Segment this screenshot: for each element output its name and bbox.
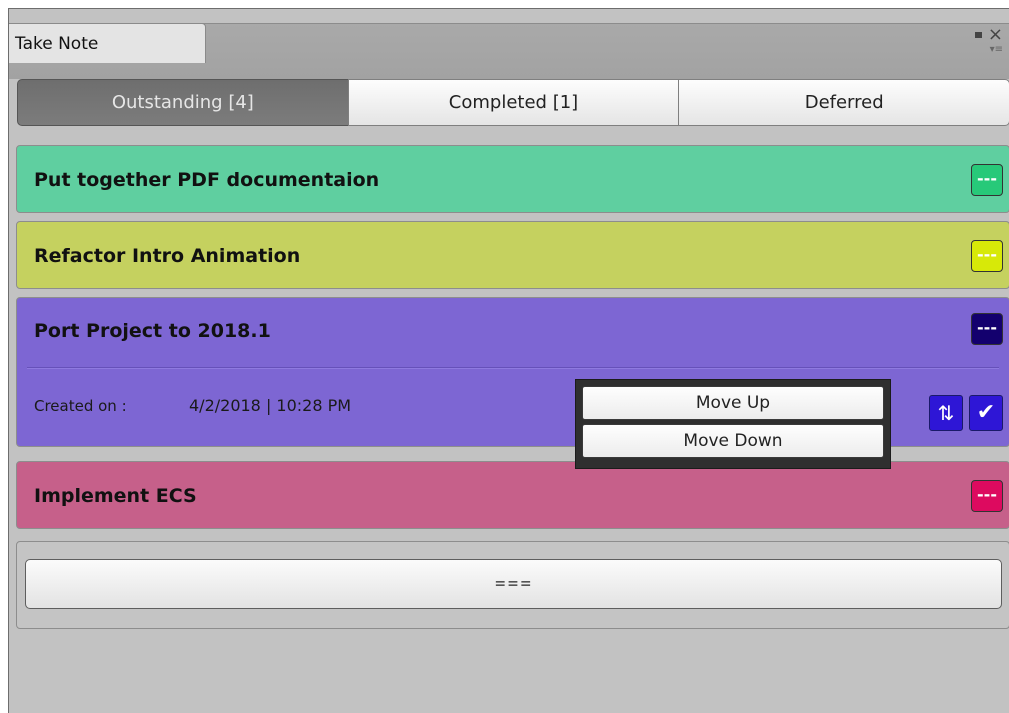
- divider: [27, 367, 999, 369]
- note-options-button[interactable]: ---: [971, 313, 1003, 345]
- tab-outstanding[interactable]: Outstanding [4]: [17, 79, 349, 126]
- close-icon[interactable]: ×: [988, 24, 1003, 45]
- note-title: Refactor Intro Animation: [34, 245, 301, 267]
- created-on-label: Created on :: [34, 397, 127, 415]
- tab-completed[interactable]: Completed [1]: [347, 79, 680, 126]
- reorder-icon[interactable]: ⇅: [929, 395, 963, 431]
- note-title: Implement ECS: [34, 485, 197, 507]
- note-options-button[interactable]: ---: [971, 164, 1003, 196]
- add-note-button[interactable]: ===: [25, 559, 1002, 609]
- reorder-context-menu: Move Up Move Down: [575, 379, 891, 469]
- checkmark-icon[interactable]: ✔: [969, 395, 1003, 431]
- note-options-button[interactable]: ---: [971, 480, 1003, 512]
- note-card[interactable]: Implement ECS ---: [16, 461, 1009, 529]
- window-tab[interactable]: Take Note: [9, 23, 206, 63]
- move-up-menu-item[interactable]: Move Up: [582, 386, 884, 420]
- title-bar: Take Note × ▾≡: [9, 23, 1009, 79]
- created-on-value: 4/2/2018 | 10:28 PM: [189, 396, 352, 415]
- take-note-window: Take Note × ▾≡ Outstanding [4] Completed…: [8, 8, 1009, 713]
- move-down-menu-item[interactable]: Move Down: [582, 424, 884, 458]
- maximize-icon[interactable]: [974, 31, 982, 38]
- window-controls: × ▾≡: [974, 26, 1003, 56]
- note-card[interactable]: Refactor Intro Animation ---: [16, 221, 1009, 289]
- note-card[interactable]: Put together PDF documentaion ---: [16, 145, 1009, 213]
- note-title: Port Project to 2018.1: [34, 320, 271, 342]
- note-options-button[interactable]: ---: [971, 240, 1003, 272]
- footer-panel: ===: [16, 541, 1009, 629]
- tab-deferred[interactable]: Deferred: [678, 79, 1009, 126]
- status-tabs: Outstanding [4] Completed [1] Deferred: [17, 79, 1009, 126]
- note-title: Put together PDF documentaion: [34, 169, 380, 191]
